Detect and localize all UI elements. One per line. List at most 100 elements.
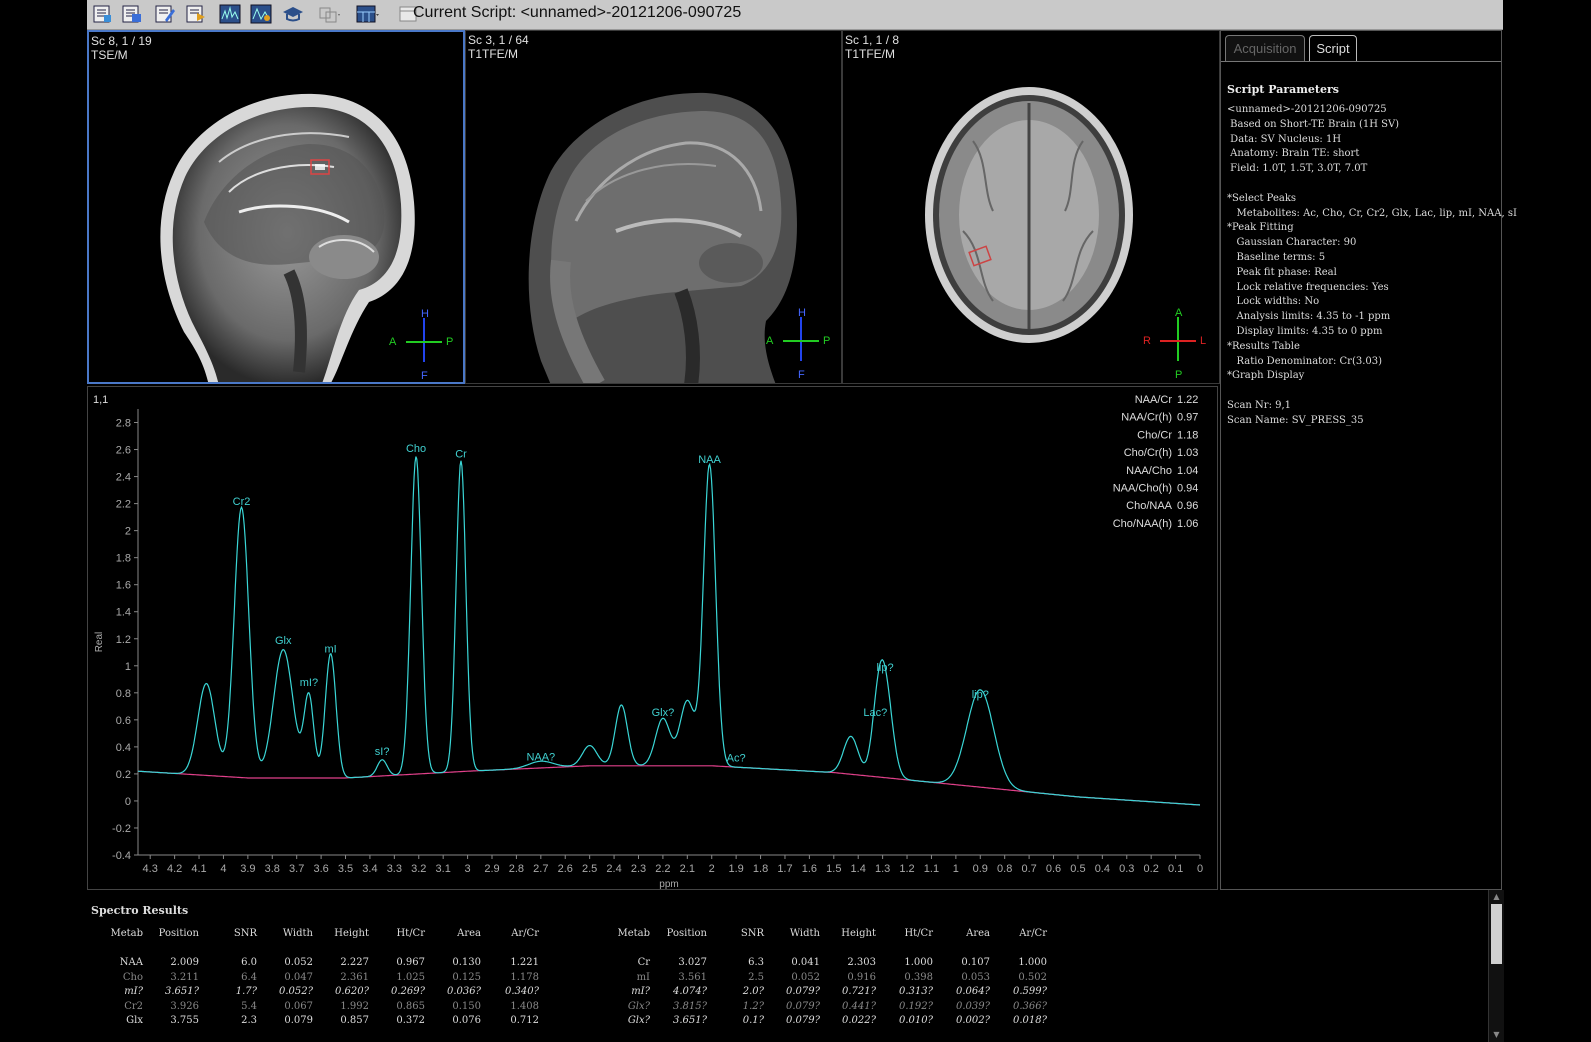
results-cell: Glx? [627,1000,650,1012]
results-cell: 3.651? [673,1015,707,1027]
results-cell: mI? [124,986,143,998]
results-cell: 0.022? [842,1015,876,1027]
x-tick-label: 4.1 [191,863,206,875]
tab-script[interactable]: Script [1309,35,1357,61]
results-cell: 0.150 [452,1000,481,1012]
ratio-value: 1.06 [1177,518,1198,530]
scrollbar-thumb[interactable] [1491,904,1502,964]
results-cell: 0.712 [510,1015,539,1027]
results-cell: 0.620? [335,986,369,998]
overlay-icon[interactable] [317,3,341,25]
x-tick-label: 0.4 [1095,863,1110,875]
peak-label: lip? [972,689,989,701]
x-axis-label: ppm [659,879,678,889]
script-list-icon[interactable] [91,3,115,25]
layout-icon[interactable] [355,3,379,25]
results-cell: Cr2 [124,1000,143,1012]
spectrum-panel[interactable]: 2.8 2.6 2.4 2.2 2 1.8 1.6 1.4 1.2 1 0.8 0.6 0.4 0.2 0 -… [87,386,1218,890]
scroll-down-icon[interactable]: ▼ [1491,1030,1502,1040]
y-tick-label: 0.8 [116,688,131,700]
x-tick-label: 3.4 [362,863,377,875]
x-tick-label: 3.2 [411,863,426,875]
viewport-axial-t1[interactable]: Sc 1, 1 / 8 T1TFE/M A P R L [842,30,1220,384]
results-column-header: SNR [233,928,257,939]
script-param-line: *Peak Fitting [1227,222,1294,234]
results-cell: 1.000 [1018,957,1047,968]
results-column-header: Area [966,928,990,939]
y-axis-label: Real [94,632,105,653]
script-new-icon[interactable] [153,3,177,25]
x-tick-label: 0.2 [1144,863,1159,875]
x-tick-label: 2.2 [655,863,670,875]
script-param-line: Lock relative frequencies: Yes [1227,281,1389,293]
results-column-header: Ht/Cr [904,928,933,939]
x-tick-label: 2.1 [680,863,695,875]
ratio-value: 0.94 [1177,483,1198,495]
results-cell: 0.079? [786,986,820,998]
results-cell: 0.010? [899,1015,933,1027]
education-icon[interactable] [281,3,305,25]
results-column-header: Width [282,928,313,939]
orient-left-label: A [766,335,774,347]
results-cell: 0.1? [742,1015,764,1027]
x-tick-label: 1 [953,863,959,875]
results-cell: 0.079? [786,1015,820,1027]
results-column-header: Height [334,928,369,939]
spectrum-view-icon[interactable] [218,3,242,25]
results-cell: 0.967 [396,957,425,968]
results-column-header: Height [841,928,876,939]
results-cell: 0.067 [284,1000,313,1012]
results-column-header: Position [158,928,199,939]
results-cell: 0.857 [340,1015,369,1027]
results-cell: 6.4 [241,971,257,983]
script-param-line: Data: SV Nucleus: 1H [1227,133,1342,145]
x-tick-label: 3 [465,863,471,875]
script-param-line: Metabolites: Ac, Cho, Cr, Cr2, Glx, Lac,… [1227,207,1517,219]
spectrum-chart[interactable]: 2.8 2.6 2.4 2.2 2 1.8 1.6 1.4 1.2 1 0.8 0.6 0.4 0.2 0 -… [88,387,1217,889]
results-column-header: Metab [110,928,143,939]
scroll-up-icon[interactable]: ▲ [1491,892,1502,902]
results-cell: 0.372 [396,1015,425,1027]
toolbar: Current Script: <unnamed>-20121206-09072… [87,0,1503,30]
viewport-sagittal-t1[interactable]: Sc 3, 1 / 64 T1TFE/M H F A P [465,30,842,384]
spectrum-fit-icon[interactable] [249,3,273,25]
results-cell: 5.4 [241,1000,257,1012]
script-edit-icon[interactable] [120,3,144,25]
ratio-name: NAA/Cho(h) [1113,483,1172,495]
x-tick-label: 2.8 [509,863,524,875]
results-cell: 0.130 [452,957,481,968]
results-cell: 2.303 [847,957,876,968]
results-scrollbar[interactable]: ▲ ▼ [1488,890,1504,1042]
x-tick-label: 0.7 [1021,863,1036,875]
y-tick-label: 1.6 [116,580,131,592]
results-cell: 3.815? [673,1000,707,1012]
results-cell: 1.992 [340,1000,369,1012]
results-cell: 0.053 [961,971,990,983]
results-cell: 2.5 [748,971,764,983]
x-tick-label: 2.7 [533,863,548,875]
results-cell: 2.3 [241,1015,257,1027]
results-cell: 0.502 [1018,971,1047,983]
tab-acquisition[interactable]: Acquisition [1225,35,1305,61]
results-cell: 1.221 [510,957,539,968]
x-tick-label: 2.6 [558,863,573,875]
baseline-curve [137,765,1201,806]
script-param-line: Field: 1.0T, 1.5T, 3.0T, 7.0T [1227,163,1368,175]
right-margin [1503,0,1591,1042]
results-cell: 0.441? [842,1000,876,1012]
results-cell: 0.313? [899,986,933,998]
script-param-line: Ratio Denominator: Cr(3.03) [1227,355,1383,367]
viewport-sagittal-tse[interactable]: Sc 8, 1 / 19 TSE/M H F A P [87,30,465,384]
results-cell: 6.3 [748,957,764,968]
results-cell: 1.000 [904,957,933,968]
orient-right-label: L [1200,335,1207,347]
results-cell: 3.651? [165,986,199,998]
results-cell: 3.755 [170,1015,199,1027]
results-cell: 0.047 [284,971,313,983]
peak-label: Cr [455,449,467,461]
results-cell: 0.398 [904,971,933,983]
script-param-line: Baseline terms: 5 [1227,252,1326,263]
peak-label: Ac? [727,753,746,765]
results-cell: 0.107 [961,957,990,968]
script-run-icon[interactable] [184,3,208,25]
